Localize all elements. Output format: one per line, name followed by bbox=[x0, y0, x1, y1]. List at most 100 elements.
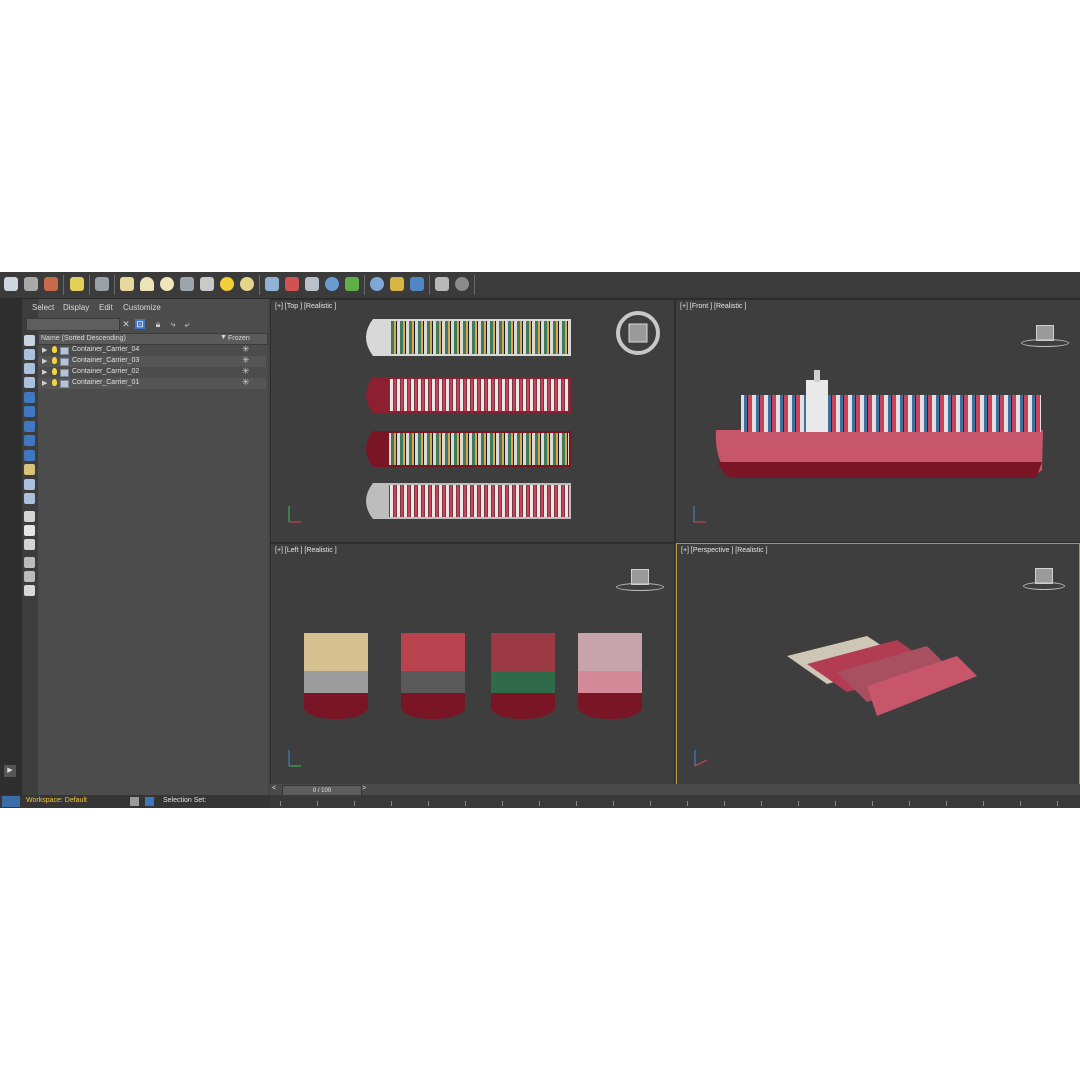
selection-set-icon[interactable] bbox=[145, 797, 154, 806]
viewport-front[interactable]: [+] [Front ] [Realistic ] bbox=[675, 299, 1080, 543]
freeze-icon[interactable]: ✳ bbox=[242, 355, 250, 366]
cloud-icon[interactable] bbox=[24, 277, 38, 291]
ruler-tick bbox=[539, 801, 540, 806]
menu-customize[interactable]: Customize bbox=[123, 303, 161, 312]
sun-icon[interactable] bbox=[220, 277, 234, 291]
viewport-top[interactable]: [+] [Top ] [Realistic ] bbox=[270, 299, 675, 543]
bones-filter-icon[interactable] bbox=[24, 464, 35, 475]
expand-arrow-icon[interactable]: ▶ bbox=[42, 368, 47, 376]
plane-icon[interactable] bbox=[120, 277, 134, 291]
material-sphere-icon[interactable] bbox=[370, 277, 384, 291]
viewport-left[interactable]: [+] [Left ] [Realistic ] bbox=[270, 543, 675, 785]
prev-frame-icon[interactable]: < bbox=[272, 785, 276, 792]
list-item[interactable]: ▶ Container_Carrier_01 ✳ bbox=[38, 377, 266, 389]
ship-top-04 bbox=[366, 319, 571, 356]
axis-gizmo bbox=[288, 506, 301, 523]
ruler-tick bbox=[761, 801, 762, 806]
track-bar-ruler[interactable] bbox=[270, 795, 1080, 808]
render-frame-icon[interactable] bbox=[44, 277, 58, 291]
object-name: Container_Carrier_02 bbox=[72, 368, 140, 375]
light-bulb-icon[interactable] bbox=[52, 379, 57, 386]
frozen-column-header[interactable]: Frozen bbox=[228, 335, 250, 342]
workspace-selector[interactable]: Workspace: Default bbox=[26, 797, 87, 804]
mesh-icon[interactable] bbox=[305, 277, 319, 291]
containers-filter-icon[interactable] bbox=[24, 479, 35, 490]
globe-icon[interactable] bbox=[325, 277, 339, 291]
freeze-icon[interactable]: ✳ bbox=[242, 344, 250, 355]
viewport-perspective[interactable]: [+] [Perspective ] [Realistic ] bbox=[676, 543, 1080, 785]
workspace-icon[interactable] bbox=[2, 796, 20, 807]
ship-top-01 bbox=[366, 483, 571, 519]
teapot-icon[interactable] bbox=[4, 277, 18, 291]
helpers-filter-icon[interactable] bbox=[24, 406, 35, 417]
page-lines-icon[interactable] bbox=[24, 539, 35, 550]
sphere-icon[interactable] bbox=[160, 277, 174, 291]
filter-funnel-icon[interactable] bbox=[24, 557, 35, 568]
select-dependents-icon[interactable]: ⤶ bbox=[182, 319, 192, 329]
ship-top-03 bbox=[366, 377, 571, 413]
color-dots-icon[interactable] bbox=[390, 277, 404, 291]
menu-display[interactable]: Display bbox=[63, 303, 89, 312]
layers-icon[interactable] bbox=[130, 797, 139, 806]
frozen-filter-icon[interactable] bbox=[24, 493, 35, 504]
menu-select[interactable]: Select bbox=[32, 303, 54, 312]
light-bulb-icon[interactable] bbox=[70, 277, 84, 291]
filter-list-icon[interactable] bbox=[24, 571, 35, 582]
cameras-filter-icon[interactable] bbox=[24, 392, 35, 403]
layers-icon[interactable] bbox=[435, 277, 449, 291]
ruler-tick bbox=[798, 801, 799, 806]
cone-icon[interactable] bbox=[200, 277, 214, 291]
particles-icon[interactable] bbox=[265, 277, 279, 291]
lights-filter-icon[interactable] bbox=[24, 377, 35, 388]
expand-arrow-icon[interactable]: ▶ bbox=[42, 357, 47, 365]
object-icon bbox=[60, 380, 69, 388]
ruler-tick bbox=[687, 801, 688, 806]
light-bulb-icon[interactable] bbox=[52, 368, 57, 375]
layer-stack-icon[interactable] bbox=[24, 585, 35, 596]
ruler-tick bbox=[946, 801, 947, 806]
expand-arrow-icon[interactable]: ▶ bbox=[42, 379, 47, 387]
select-filter-icon[interactable]: ⊡ bbox=[135, 319, 145, 329]
main-toolbar bbox=[0, 272, 1080, 299]
list-item[interactable]: ▶ Container_Carrier_02 ✳ bbox=[38, 366, 266, 378]
lock-icon[interactable]: 🔒︎ bbox=[153, 319, 163, 329]
select-children-icon[interactable]: ⤷ bbox=[168, 319, 178, 329]
name-column-header[interactable]: Name (Sorted Descending) bbox=[41, 335, 126, 342]
expand-arrow-icon[interactable]: ▶ bbox=[42, 346, 47, 354]
light-bulb-icon[interactable] bbox=[52, 357, 57, 364]
object-icon bbox=[60, 369, 69, 377]
light-bulb-icon[interactable] bbox=[52, 346, 57, 353]
render-setup-icon[interactable] bbox=[410, 277, 424, 291]
next-frame-icon[interactable]: > bbox=[362, 785, 366, 792]
ruler-tick bbox=[465, 801, 466, 806]
teapot-primitive-icon[interactable] bbox=[180, 277, 194, 291]
capsule-icon[interactable] bbox=[285, 277, 299, 291]
skylight-icon[interactable] bbox=[240, 277, 254, 291]
perspective-ships bbox=[694, 636, 977, 767]
display-none-icon[interactable] bbox=[24, 335, 35, 346]
menu-edit[interactable]: Edit bbox=[99, 303, 113, 312]
dome-icon[interactable] bbox=[140, 277, 154, 291]
ruler-tick bbox=[872, 801, 873, 806]
sort-down-icon[interactable]: ▼ bbox=[220, 334, 227, 341]
freeze-icon[interactable]: ✳ bbox=[242, 377, 250, 388]
xrefs-filter-icon[interactable] bbox=[24, 450, 35, 461]
page-blank-icon[interactable] bbox=[24, 525, 35, 536]
axis-gizmo bbox=[693, 506, 706, 523]
spacewarps-filter-icon[interactable] bbox=[24, 421, 35, 432]
ruler-tick bbox=[280, 801, 281, 806]
list-item[interactable]: ▶ Container_Carrier_04 ✳ bbox=[38, 344, 266, 356]
page-icon[interactable] bbox=[24, 511, 35, 522]
search-input[interactable] bbox=[26, 318, 120, 331]
list-item[interactable]: ▶ Container_Carrier_03 ✳ bbox=[38, 355, 266, 367]
help-icon[interactable] bbox=[455, 277, 469, 291]
freeze-icon[interactable]: ✳ bbox=[242, 366, 250, 377]
plant-icon[interactable] bbox=[345, 277, 359, 291]
shapes-filter-icon[interactable] bbox=[24, 363, 35, 374]
groups-filter-icon[interactable] bbox=[24, 435, 35, 446]
camera-icon[interactable] bbox=[95, 277, 109, 291]
close-icon[interactable]: ✕ bbox=[121, 319, 131, 329]
expand-arrow-icon[interactable]: ▶ bbox=[4, 765, 16, 777]
geometry-filter-icon[interactable] bbox=[24, 349, 35, 360]
axis-gizmo bbox=[288, 750, 301, 767]
